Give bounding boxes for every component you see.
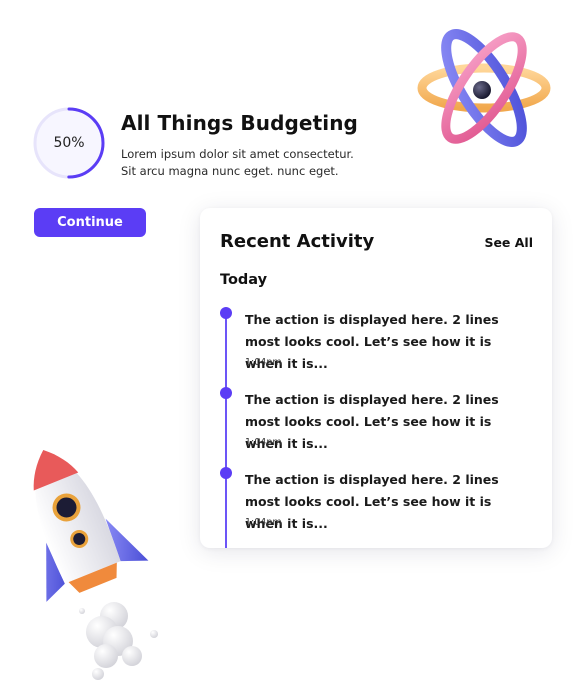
activity-item[interactable]: The action is displayed here. 2 lines mo… [200, 387, 552, 463]
see-all-link[interactable]: See All [484, 235, 533, 250]
page-title: All Things Budgeting [121, 111, 358, 135]
activity-text: The action is displayed here. 2 lines mo… [245, 472, 499, 531]
day-heading: Today [220, 272, 268, 288]
rocket-illustration [33, 449, 158, 680]
atom-illustration [417, 29, 551, 147]
budget-description: Lorem ipsum dolor sit amet consectetur. … [121, 146, 361, 180]
activity-item[interactable]: The action is displayed here. 2 lines mo… [200, 467, 552, 543]
continue-button[interactable]: Continue [34, 208, 146, 237]
recent-activity-card: Recent Activity See All Today The action… [200, 208, 552, 548]
activity-time: 1:04pm [245, 357, 282, 368]
description-line: Sit arcu magna nunc eget. nunc eget. [121, 164, 339, 178]
activity-time: 1:04pm [245, 437, 282, 448]
page: 50% All Things Budgeting Lorem ipsum dol… [0, 0, 584, 694]
progress-ring: 50% [32, 106, 106, 180]
activity-text: The action is displayed here. 2 lines mo… [245, 312, 499, 371]
activity-item[interactable]: The action is displayed here. 2 lines mo… [200, 307, 552, 383]
progress-label: 50% [53, 135, 85, 151]
timeline-dot [220, 307, 232, 319]
activity-time: 1:04pm [245, 517, 282, 528]
description-line: Lorem ipsum dolor sit amet consectetur. [121, 147, 354, 161]
activity-text: The action is displayed here. 2 lines mo… [245, 392, 499, 451]
card-title: Recent Activity [220, 231, 375, 252]
timeline-dot [220, 387, 232, 399]
timeline-dot [220, 467, 232, 479]
